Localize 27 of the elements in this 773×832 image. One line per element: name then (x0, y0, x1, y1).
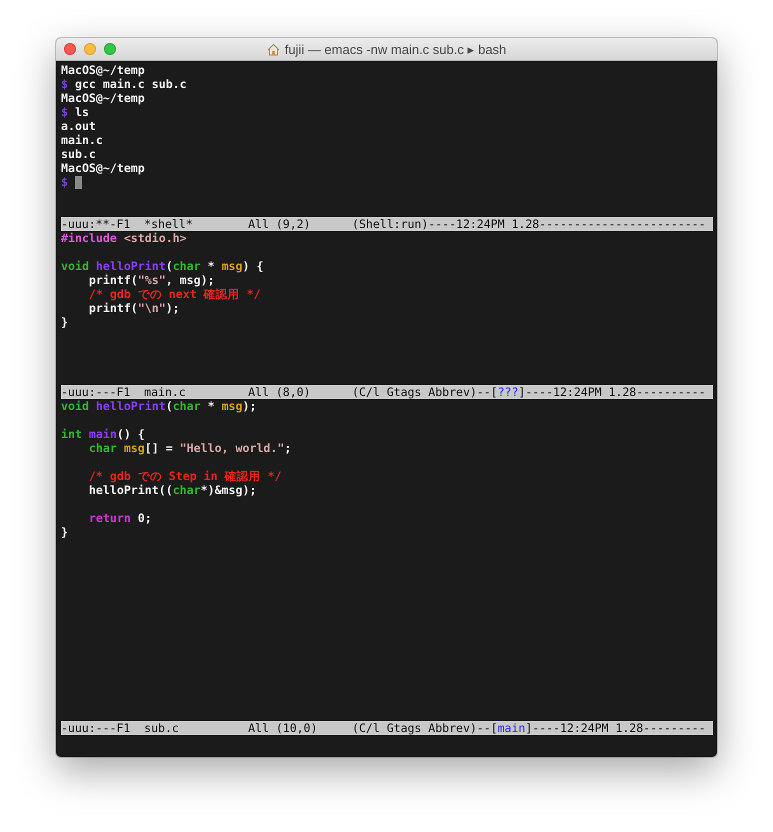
zoom-button[interactable] (104, 43, 116, 55)
code-line: } (61, 315, 68, 329)
code-line: void helloPrint(char * msg) { (61, 259, 264, 273)
code-line: $ (61, 175, 68, 189)
code-line: helloPrint((char*)&msg); (88, 483, 256, 497)
code-line: MacOS@~/temp (61, 63, 145, 77)
code-line: printf("%s", msg); (88, 273, 215, 287)
code-line: /* gdb での next 確認用 */ (88, 287, 261, 301)
close-button[interactable] (64, 43, 76, 55)
house-icon (266, 42, 280, 56)
code-line: $ ls (61, 105, 89, 119)
code-line: $ gcc main.c sub.c (61, 77, 187, 91)
code-line: #include <stdio.h> (61, 231, 187, 245)
code-line: printf("\n"); (88, 301, 180, 315)
minimize-button[interactable] (84, 43, 96, 55)
code-line: return 0; (88, 511, 152, 525)
code-line: char msg[] = "Hello, world."; (88, 441, 292, 455)
code-line: MacOS@~/temp (61, 161, 145, 175)
code-line: main.c (61, 133, 103, 147)
window-title: fujii — emacs -nw main.c sub.c ▸ bash (284, 42, 506, 56)
code-line: } (61, 525, 68, 539)
code-line: sub.c (61, 147, 96, 161)
code-line: void helloPrint(char * msg); (61, 399, 256, 413)
code-line: /* gdb での Step in 確認用 */ (88, 469, 282, 483)
code-line: int main() { (61, 427, 145, 441)
code-line: a.out (61, 119, 96, 133)
code-line: MacOS@~/temp (61, 91, 145, 105)
